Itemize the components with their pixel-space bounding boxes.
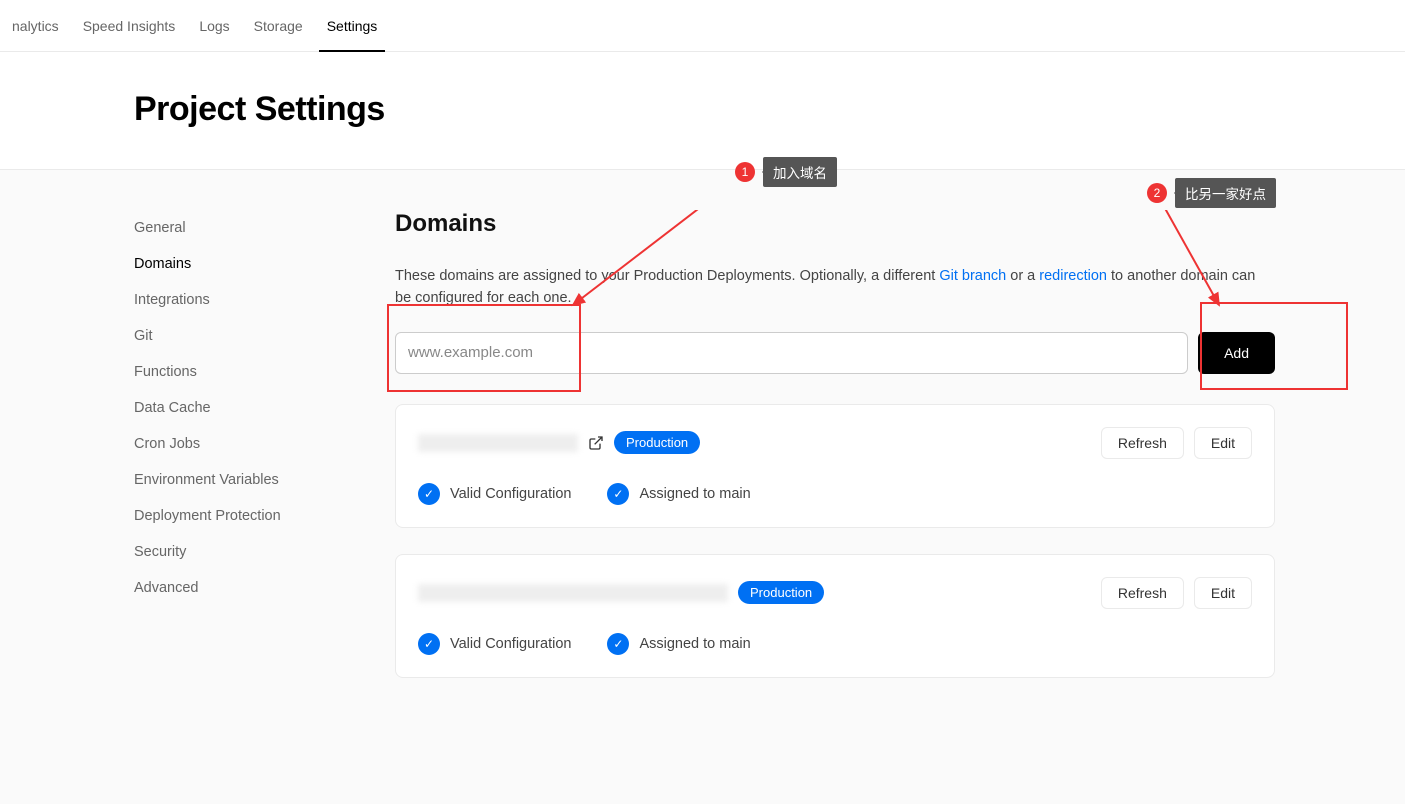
domains-description: These domains are assigned to your Produ… xyxy=(395,266,1275,310)
domains-section: Domains These domains are assigned to yo… xyxy=(395,210,1335,704)
sidebar-item-environment-variables[interactable]: Environment Variables xyxy=(134,462,345,498)
status-text: Assigned to main xyxy=(639,636,750,652)
domain-name-redacted xyxy=(418,434,578,452)
sidebar-item-functions[interactable]: Functions xyxy=(134,354,345,390)
check-circle-icon: ✓ xyxy=(418,483,440,505)
annotation-callout-2: 2 比另一家好点 xyxy=(1147,178,1276,208)
desc-part-2: or a xyxy=(1010,268,1039,284)
header: Project Settings xyxy=(0,52,1405,169)
redirection-link[interactable]: redirection xyxy=(1039,268,1107,284)
tab-nalytics[interactable]: nalytics xyxy=(0,0,71,52)
sidebar-item-cron-jobs[interactable]: Cron Jobs xyxy=(134,426,345,462)
check-circle-icon: ✓ xyxy=(418,633,440,655)
edit-button[interactable]: Edit xyxy=(1194,577,1252,609)
sidebar-item-deployment-protection[interactable]: Deployment Protection xyxy=(134,498,345,534)
tab-logs[interactable]: Logs xyxy=(187,0,241,52)
domain-card-header: Production Refresh Edit xyxy=(418,427,1252,459)
production-badge: Production xyxy=(614,431,700,454)
check-circle-icon: ✓ xyxy=(607,483,629,505)
sidebar-item-integrations[interactable]: Integrations xyxy=(134,282,345,318)
status-text: Assigned to main xyxy=(639,486,750,502)
refresh-button[interactable]: Refresh xyxy=(1101,577,1184,609)
annotation-tooltip-2: 比另一家好点 xyxy=(1175,178,1276,208)
git-branch-link[interactable]: Git branch xyxy=(939,268,1006,284)
status-text: Valid Configuration xyxy=(450,486,571,502)
desc-part-1: These domains are assigned to your Produ… xyxy=(395,268,939,284)
check-circle-icon: ✓ xyxy=(607,633,629,655)
sidebar-item-git[interactable]: Git xyxy=(134,318,345,354)
sidebar-item-security[interactable]: Security xyxy=(134,534,345,570)
annotation-number-2: 2 xyxy=(1147,183,1167,203)
status-assigned: ✓ Assigned to main xyxy=(607,633,750,655)
section-title: Domains xyxy=(395,210,1275,238)
sidebar-item-advanced[interactable]: Advanced xyxy=(134,570,345,606)
status-assigned: ✓ Assigned to main xyxy=(607,483,750,505)
add-domain-row: Add xyxy=(395,332,1275,374)
domain-card-actions: Refresh Edit xyxy=(1101,427,1252,459)
sidebar-item-general[interactable]: General xyxy=(134,210,345,246)
domain-card: Production Refresh Edit ✓ Valid Configuratio… xyxy=(395,554,1275,678)
domain-card-actions: Refresh Edit xyxy=(1101,577,1252,609)
status-valid-config: ✓ Valid Configuration xyxy=(418,633,571,655)
production-badge: Production xyxy=(738,581,824,604)
edit-button[interactable]: Edit xyxy=(1194,427,1252,459)
add-domain-button[interactable]: Add xyxy=(1198,332,1275,374)
sidebar-item-domains[interactable]: Domains xyxy=(134,246,345,282)
domain-status-row: ✓ Valid Configuration ✓ Assigned to main xyxy=(418,483,1252,505)
settings-sidebar: GeneralDomainsIntegrationsGitFunctionsDa… xyxy=(0,210,395,704)
tab-storage[interactable]: Storage xyxy=(242,0,315,52)
domain-name-redacted xyxy=(418,584,728,602)
page-title: Project Settings xyxy=(134,90,1405,129)
top-tabs: nalyticsSpeed InsightsLogsStorageSetting… xyxy=(0,0,1405,52)
status-text: Valid Configuration xyxy=(450,636,571,652)
tab-speed-insights[interactable]: Speed Insights xyxy=(71,0,188,52)
main: GeneralDomainsIntegrationsGitFunctionsDa… xyxy=(0,169,1405,804)
domain-status-row: ✓ Valid Configuration ✓ Assigned to main xyxy=(418,633,1252,655)
domain-input[interactable] xyxy=(395,332,1188,374)
domain-card: Production Refresh Edit ✓ Valid Configuratio… xyxy=(395,404,1275,528)
refresh-button[interactable]: Refresh xyxy=(1101,427,1184,459)
sidebar-item-data-cache[interactable]: Data Cache xyxy=(134,390,345,426)
external-link-icon[interactable] xyxy=(588,435,604,451)
domain-card-header: Production Refresh Edit xyxy=(418,577,1252,609)
tab-settings[interactable]: Settings xyxy=(315,0,390,52)
status-valid-config: ✓ Valid Configuration xyxy=(418,483,571,505)
